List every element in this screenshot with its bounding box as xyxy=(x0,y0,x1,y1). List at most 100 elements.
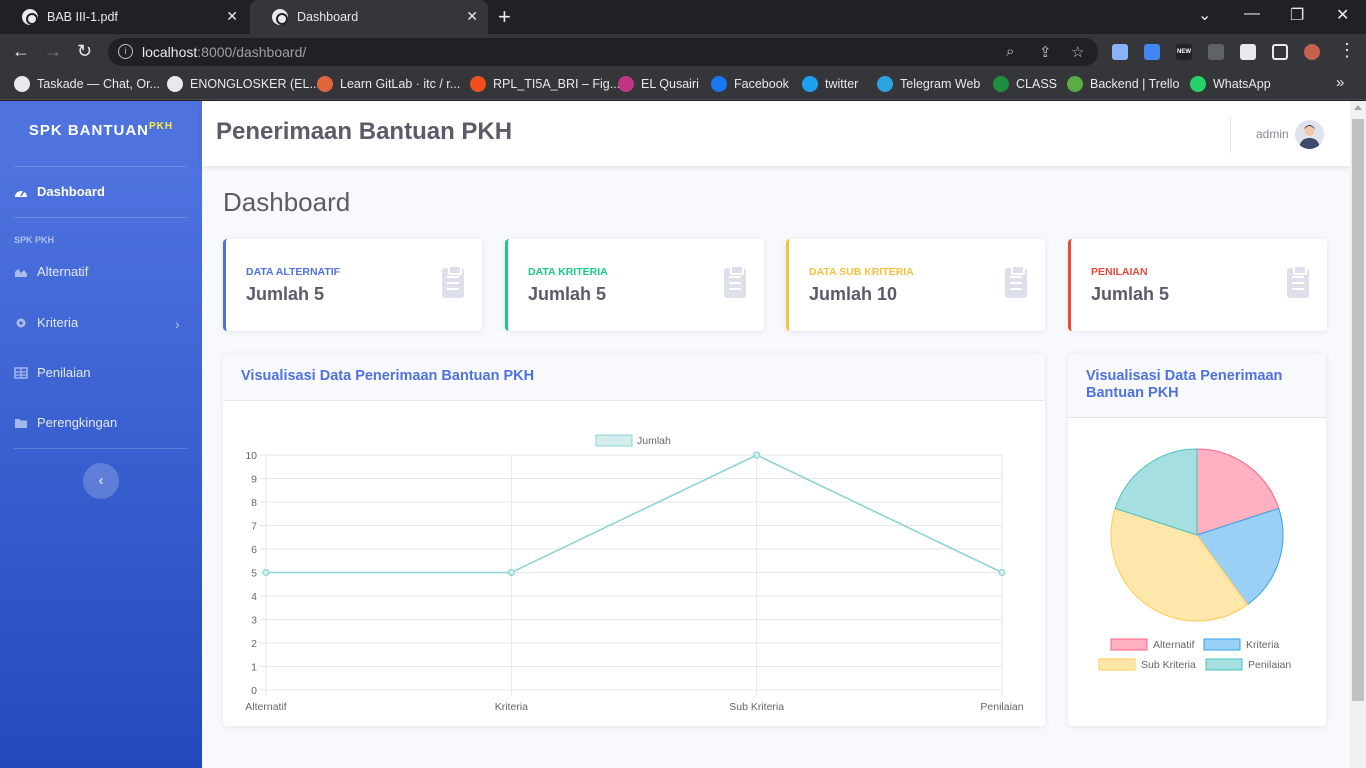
card-header: Visualisasi Data Penerimaan Bantuan PKH xyxy=(223,354,1045,401)
browser-tab-pdf[interactable]: BAB III-1.pdf ✕ xyxy=(0,0,248,34)
legend-swatch xyxy=(1203,638,1241,651)
bookmark-item[interactable]: WhatsApp xyxy=(1190,76,1271,92)
bookmark-item[interactable]: Backend | Trello xyxy=(1067,76,1179,92)
browser-tab-dashboard[interactable]: Dashboard ✕ xyxy=(250,0,488,34)
reload-icon[interactable]: ↻ xyxy=(77,41,92,62)
bookmark-item[interactable]: RPL_TI5A_BRI – Fig... xyxy=(470,76,620,92)
card-header: Visualisasi Data Penerimaan Bantuan PKH xyxy=(1068,354,1326,418)
url-text[interactable]: localhost:8000/dashboard/ xyxy=(142,44,306,60)
y-tick-label: 5 xyxy=(251,568,257,580)
pie-chart-card: Visualisasi Data Penerimaan Bantuan PKH … xyxy=(1068,354,1326,726)
card-value: Jumlah 5 xyxy=(246,284,325,304)
sidebar-item-dashboard[interactable]: Dashboard xyxy=(14,184,105,199)
minimize-icon[interactable]: — xyxy=(1244,5,1260,23)
data-point xyxy=(262,568,270,577)
y-tick-label: 10 xyxy=(245,450,257,462)
restore-icon[interactable]: ❐ xyxy=(1290,5,1304,25)
content-heading: Dashboard xyxy=(223,187,351,217)
tab-search-icon[interactable]: ⌄ xyxy=(1198,5,1211,25)
clipboard-list-icon xyxy=(1005,265,1027,298)
twitter-icon xyxy=(802,76,818,92)
card-title: Visualisasi Data Penerimaan Bantuan PKH xyxy=(241,368,535,384)
zoom-icon[interactable]: ⌕ xyxy=(1006,43,1014,60)
legend-label: Alternatif xyxy=(1153,639,1195,651)
sidebar-item-penilaian[interactable]: Penilaian xyxy=(14,365,91,380)
bookmark-item[interactable]: ENONGLOSKER (EL... xyxy=(167,76,320,92)
tachometer-icon xyxy=(14,186,28,198)
sidebar-item-perengkingan[interactable]: Perengkingan xyxy=(14,415,117,430)
topbar: Penerimaan Bantuan PKH admin xyxy=(202,101,1350,166)
y-tick-label: 4 xyxy=(251,591,257,603)
bookmark-star-icon[interactable]: ☆ xyxy=(1071,43,1084,61)
scrollbar-thumb[interactable] xyxy=(1352,119,1364,701)
card-label: DATA SUB KRITERIA xyxy=(809,266,914,278)
brand-logo[interactable]: SPK BANTUANPKH xyxy=(0,121,202,139)
close-tab-icon[interactable]: ✕ xyxy=(466,8,478,25)
extension-translate-icon[interactable] xyxy=(1144,44,1160,60)
extensions-puzzle-icon[interactable] xyxy=(1240,44,1256,60)
github-icon xyxy=(167,76,183,92)
bookmark-item[interactable]: Learn GitLab · itc / r... xyxy=(317,76,460,92)
x-tick-label: Sub Kriteria xyxy=(729,701,784,713)
tab-title: Dashboard xyxy=(297,10,359,24)
sidebar-item-alternatif[interactable]: Alternatif xyxy=(14,264,88,279)
stat-card-sub-kriteria: DATA SUB KRITERIA Jumlah 10 xyxy=(786,239,1045,331)
user-name[interactable]: admin xyxy=(1256,127,1289,141)
line-chart: 0 1 2 3 4 5 6 7 8 9 10 Alternatif Kriteria Sub Kriter… xyxy=(245,434,1024,713)
legend-swatch xyxy=(1110,638,1148,651)
card-label: DATA KRITERIA xyxy=(528,266,608,278)
profile-avatar-icon[interactable] xyxy=(1304,44,1320,60)
x-tick-label: Alternatif xyxy=(245,701,287,713)
forward-icon[interactable]: → xyxy=(44,41,62,62)
side-panel-icon[interactable] xyxy=(1272,44,1288,60)
chevron-right-icon[interactable]: › xyxy=(175,316,180,332)
extension-pen-icon[interactable] xyxy=(1208,44,1224,60)
telegram-icon xyxy=(877,76,893,92)
bookmark-item[interactable]: twitter xyxy=(802,76,858,92)
sidebar-divider xyxy=(14,217,187,218)
scroll-up-arrow-icon[interactable] xyxy=(1354,105,1362,110)
page-title: Penerimaan Bantuan PKH xyxy=(216,118,513,145)
y-tick-label: 7 xyxy=(251,521,257,533)
window-close-icon[interactable]: ✕ xyxy=(1336,5,1349,25)
bookmark-item[interactable]: Facebook xyxy=(711,76,789,92)
legend-swatch xyxy=(1205,658,1243,671)
y-tick-label: 9 xyxy=(251,474,257,486)
bookmark-item[interactable]: CLASS xyxy=(993,76,1057,92)
site-info-icon[interactable]: i xyxy=(118,44,133,59)
page-scrollbar[interactable] xyxy=(1350,101,1366,768)
y-tick-label: 3 xyxy=(251,615,257,627)
share-icon[interactable]: ⇪ xyxy=(1039,43,1052,61)
bookmark-item[interactable]: EL Qusairi xyxy=(618,76,699,92)
web-page: SPK BANTUANPKH Dashboard SPK PKH Alterna… xyxy=(0,101,1366,768)
address-bar[interactable]: i localhost:8000/dashboard/ ⌕ ⇪ ☆ xyxy=(108,38,1098,66)
globe-icon xyxy=(272,9,288,25)
card-value: Jumlah 5 xyxy=(1091,284,1170,304)
y-tick-label: 8 xyxy=(251,497,257,509)
browser-menu-icon[interactable]: ⋮ xyxy=(1338,40,1356,61)
card-label: PENILAIAN xyxy=(1091,266,1148,278)
card-label: DATA ALTERNATIF xyxy=(246,266,341,278)
data-point xyxy=(507,568,515,577)
extension-docs-icon[interactable] xyxy=(1112,44,1128,60)
browser-toolbar: ← → ↻ i localhost:8000/dashboard/ ⌕ ⇪ ☆ … xyxy=(0,34,1366,70)
new-tab-icon[interactable]: + xyxy=(498,4,511,30)
back-icon[interactable]: ← xyxy=(12,41,30,62)
y-tick-label: 0 xyxy=(251,685,257,697)
more-bookmarks-icon[interactable]: » xyxy=(1336,74,1344,91)
extension-new-icon[interactable]: NEW xyxy=(1176,44,1192,60)
close-tab-icon[interactable]: ✕ xyxy=(226,8,238,25)
tab-title: BAB III-1.pdf xyxy=(47,10,118,24)
bookmark-item[interactable]: Taskade — Chat, Or... xyxy=(14,76,160,92)
card-value: Jumlah 5 xyxy=(528,284,607,304)
figma-icon xyxy=(470,76,486,92)
avatar[interactable] xyxy=(1295,120,1324,149)
sidebar-heading: SPK PKH xyxy=(14,235,55,245)
table-icon xyxy=(14,366,28,379)
sidebar-item-kriteria[interactable]: Kriteria xyxy=(14,315,78,330)
sidebar-toggle-button[interactable]: ‹ xyxy=(83,463,119,499)
x-tick-label: Penilaian xyxy=(980,701,1023,713)
bookmark-item[interactable]: Telegram Web xyxy=(877,76,980,92)
sidebar: SPK BANTUANPKH Dashboard SPK PKH Alterna… xyxy=(0,101,202,768)
gitlab-icon xyxy=(317,76,333,92)
